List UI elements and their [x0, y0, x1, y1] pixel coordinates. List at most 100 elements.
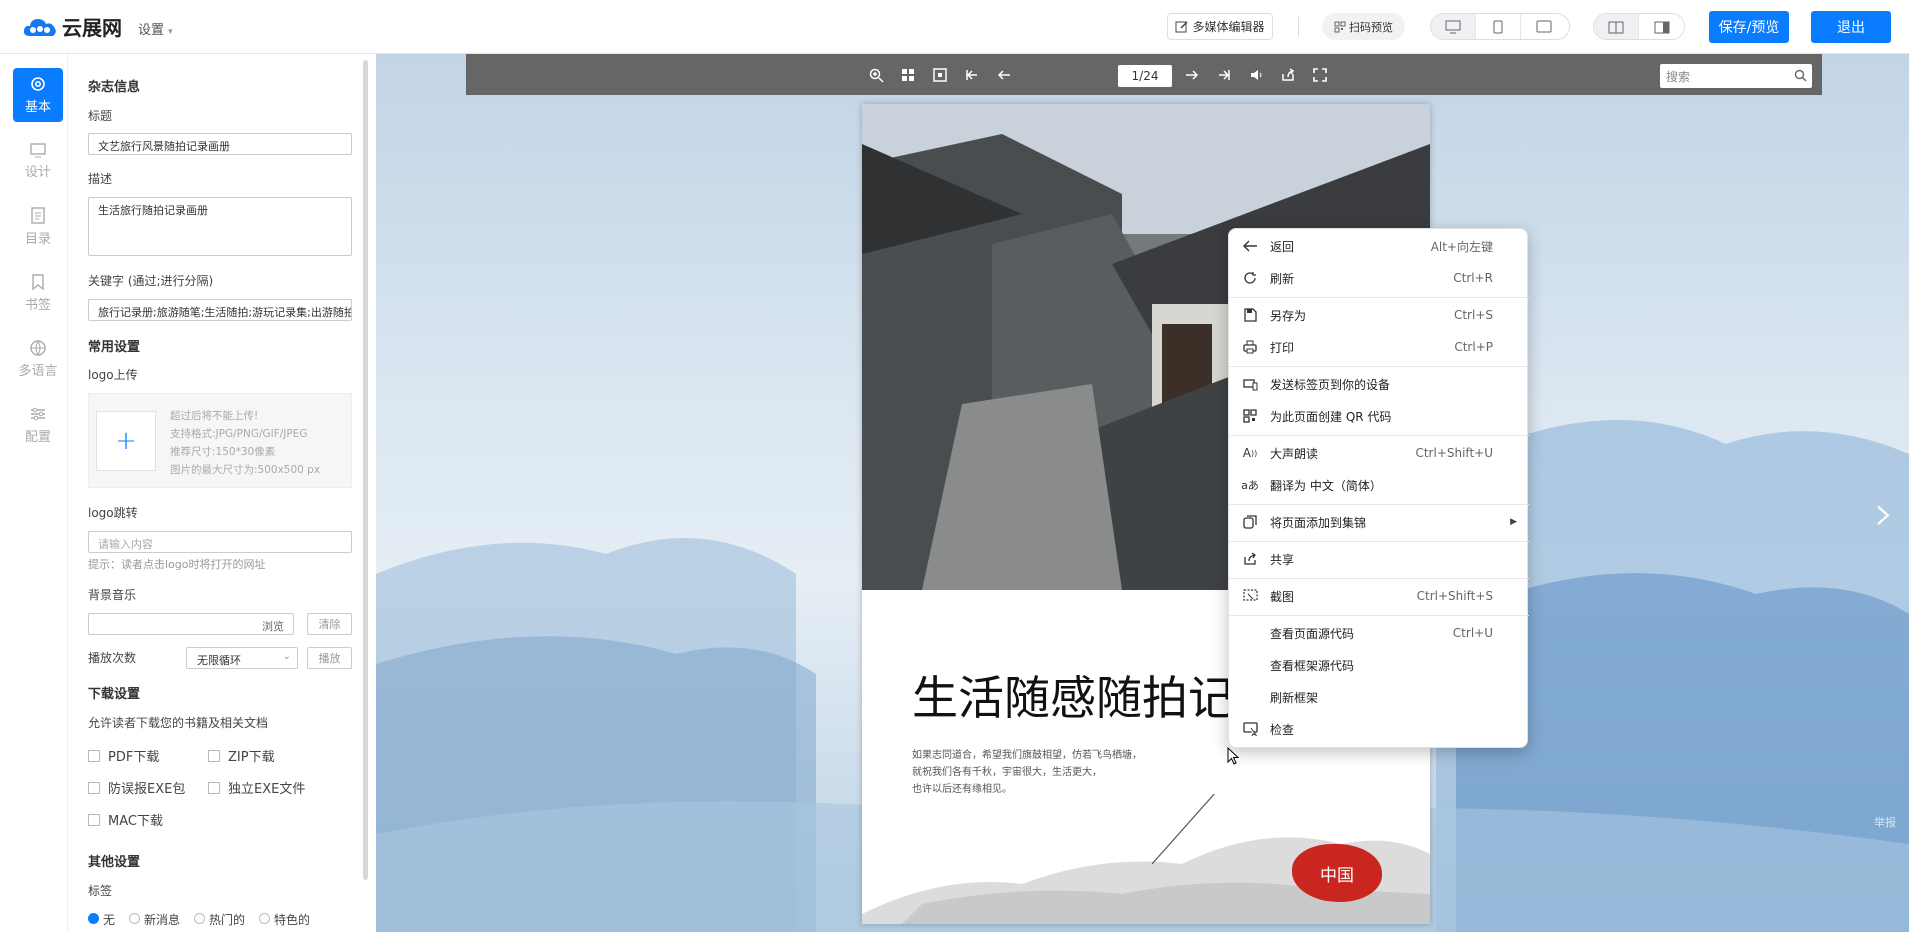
- tablet-icon[interactable]: [1521, 14, 1566, 39]
- menu-item-translate[interactable]: aあ 翻译为 中文（简体）: [1229, 470, 1529, 500]
- menu-item-refresh[interactable]: 刷新 Ctrl+R: [1229, 263, 1529, 293]
- clear-button[interactable]: 清除: [307, 613, 352, 635]
- scan-preview-button[interactable]: 扫码预览: [1322, 13, 1405, 40]
- exit-button[interactable]: 退出: [1811, 11, 1891, 43]
- radio-checked-icon: [88, 913, 99, 924]
- menu-item-shortcut: Ctrl+S: [1453, 308, 1493, 322]
- share-icon[interactable]: [1278, 65, 1298, 85]
- nav-bookmark[interactable]: 书签: [13, 266, 63, 320]
- scan-preview-label: 扫码预览: [1349, 20, 1393, 34]
- nav-toc[interactable]: 目录: [13, 200, 63, 254]
- menu-item-screenshot[interactable]: 截图 Ctrl+Shift+S: [1229, 581, 1529, 611]
- globe-icon: [30, 340, 46, 357]
- logo-link-hint: 提示：读者点击logo时将打开的网址: [88, 558, 266, 571]
- menu-item-print[interactable]: 打印 Ctrl+P: [1229, 332, 1529, 362]
- menu-item-view-source[interactable]: 查看页面源代码 Ctrl+U: [1229, 618, 1529, 648]
- sound-icon[interactable]: [1246, 65, 1266, 85]
- bgm-browse-field[interactable]: 浏览: [88, 613, 294, 635]
- checkbox-box: [88, 749, 100, 762]
- play-count-select[interactable]: 无限循环 ⌄: [186, 647, 298, 669]
- desktop-icon[interactable]: [1431, 14, 1476, 39]
- menu-item-shortcut: Alt+向左键: [1430, 239, 1493, 254]
- menu-item-reload-frame[interactable]: 刷新框架: [1229, 682, 1529, 712]
- nav-toc-label: 目录: [24, 232, 51, 247]
- menu-separator: [1229, 615, 1529, 616]
- settings-dropdown[interactable]: 设置 ▾: [138, 19, 173, 38]
- menu-separator: [1229, 435, 1529, 436]
- settings-label: 设置: [138, 23, 165, 38]
- search-input[interactable]: 搜索: [1660, 64, 1812, 88]
- tag-radio[interactable]: 无: [88, 911, 115, 928]
- submenu-arrow-icon: ▶: [1510, 517, 1517, 527]
- menu-item-label: 刷新框架: [1270, 690, 1319, 705]
- title-input[interactable]: 文艺旅行风景随拍记录画册: [88, 133, 352, 155]
- title-label: 标题: [88, 109, 113, 123]
- menu-item-label: 为此页面创建 QR 代码: [1270, 409, 1392, 424]
- top-bar: 云展网 设置 ▾ 多媒体编辑器 扫码预览 保存/预览 退出: [0, 0, 1909, 54]
- last-page-icon[interactable]: [1214, 65, 1234, 85]
- first-page-icon[interactable]: [962, 65, 982, 85]
- thumbnails-icon[interactable]: [898, 65, 918, 85]
- fullscreen-icon[interactable]: [1310, 65, 1330, 85]
- keywords-label: 关键字 (通过;进行分隔): [88, 274, 214, 288]
- monitor-icon: [30, 143, 46, 158]
- single-page-icon[interactable]: [1639, 14, 1684, 39]
- nav-design[interactable]: 设计: [13, 134, 63, 188]
- previous-page-icon[interactable]: [994, 65, 1014, 85]
- fit-page-icon[interactable]: [930, 65, 950, 85]
- tag-radio[interactable]: 特色的: [259, 911, 310, 928]
- panel-scrollbar[interactable]: [363, 60, 368, 880]
- screenshot-icon: [1241, 587, 1259, 605]
- standalone-exe-checkbox[interactable]: 独立EXE文件: [208, 778, 305, 797]
- mac-download-checkbox[interactable]: MAC下载: [88, 810, 163, 829]
- zoom-in-icon[interactable]: [866, 65, 886, 85]
- collections-icon: [1241, 513, 1259, 531]
- save-preview-button[interactable]: 保存/预览: [1709, 11, 1789, 43]
- nav-language[interactable]: 多语言: [13, 332, 63, 386]
- checkbox-box: [208, 781, 220, 794]
- refresh-icon: [1241, 269, 1259, 287]
- menu-item-qr-code[interactable]: 为此页面创建 QR 代码: [1229, 401, 1529, 431]
- page-indicator[interactable]: 1/24: [1118, 65, 1172, 87]
- next-page-arrow-icon[interactable]: ›: [1874, 484, 1894, 542]
- tag-label: 无: [103, 913, 116, 927]
- menu-item-save-as[interactable]: 另存为 Ctrl+S: [1229, 300, 1529, 330]
- play-button[interactable]: 播放: [307, 647, 352, 669]
- nav-config-label: 配置: [24, 430, 51, 445]
- phone-icon[interactable]: [1476, 14, 1521, 39]
- search-icon[interactable]: [1794, 69, 1807, 82]
- zip-download-checkbox[interactable]: ZIP下载: [208, 746, 275, 765]
- other-settings-heading: 其他设置: [88, 855, 141, 870]
- pdf-download-checkbox[interactable]: PDF下载: [88, 746, 159, 765]
- tag-radio[interactable]: 新消息: [129, 911, 180, 928]
- menu-item-back[interactable]: 返回 Alt+向左键: [1229, 231, 1529, 261]
- menu-separator: [1229, 541, 1529, 542]
- menu-item-read-aloud[interactable]: A)) 大声朗读 Ctrl+Shift+U: [1229, 438, 1529, 468]
- logo-link-input[interactable]: 请输入内容: [88, 531, 352, 553]
- search-placeholder: 搜索: [1666, 70, 1691, 84]
- tag-radio[interactable]: 热门的: [194, 911, 245, 928]
- menu-item-share[interactable]: 共享: [1229, 544, 1529, 574]
- common-settings-heading: 常用设置: [88, 340, 141, 355]
- tag-label: 新消息: [144, 913, 181, 927]
- logo-upload-area: + 超过后将不能上传! 支持格式:JPG/PNG/GIF/JPEG 推荐尺寸:1…: [88, 393, 352, 488]
- menu-item-inspect[interactable]: 检查: [1229, 714, 1529, 744]
- menu-item-send-to-device[interactable]: 发送标签页到你的设备: [1229, 369, 1529, 399]
- icon-nav: 基本 设计 目录 书签 多语言 配置: [0, 54, 68, 932]
- menu-item-label: 将页面添加到集锦: [1270, 515, 1367, 530]
- next-page-icon[interactable]: [1182, 65, 1202, 85]
- nav-config[interactable]: 配置: [13, 398, 63, 452]
- menu-item-view-frame-source[interactable]: 查看框架源代码: [1229, 650, 1529, 680]
- multimedia-editor-button[interactable]: 多媒体编辑器: [1167, 13, 1273, 40]
- exe-package-checkbox[interactable]: 防误报EXE包: [88, 778, 185, 797]
- nav-basic[interactable]: 基本: [13, 68, 63, 122]
- keywords-input[interactable]: 旅行记录册;旅游随笔;生活随拍;游玩记录集;出游随拍: [88, 299, 352, 321]
- report-link[interactable]: 举报: [1874, 814, 1896, 830]
- logo-upload-button[interactable]: +: [96, 411, 156, 471]
- description-textarea[interactable]: 生活旅行随拍记录画册: [88, 197, 352, 256]
- double-page-icon[interactable]: [1594, 14, 1639, 39]
- radio-icon: [129, 913, 141, 924]
- menu-item-add-to-collections[interactable]: 将页面添加到集锦 ▶: [1229, 507, 1529, 537]
- brand-logo[interactable]: 云展网: [22, 12, 122, 41]
- document-icon: [31, 207, 45, 224]
